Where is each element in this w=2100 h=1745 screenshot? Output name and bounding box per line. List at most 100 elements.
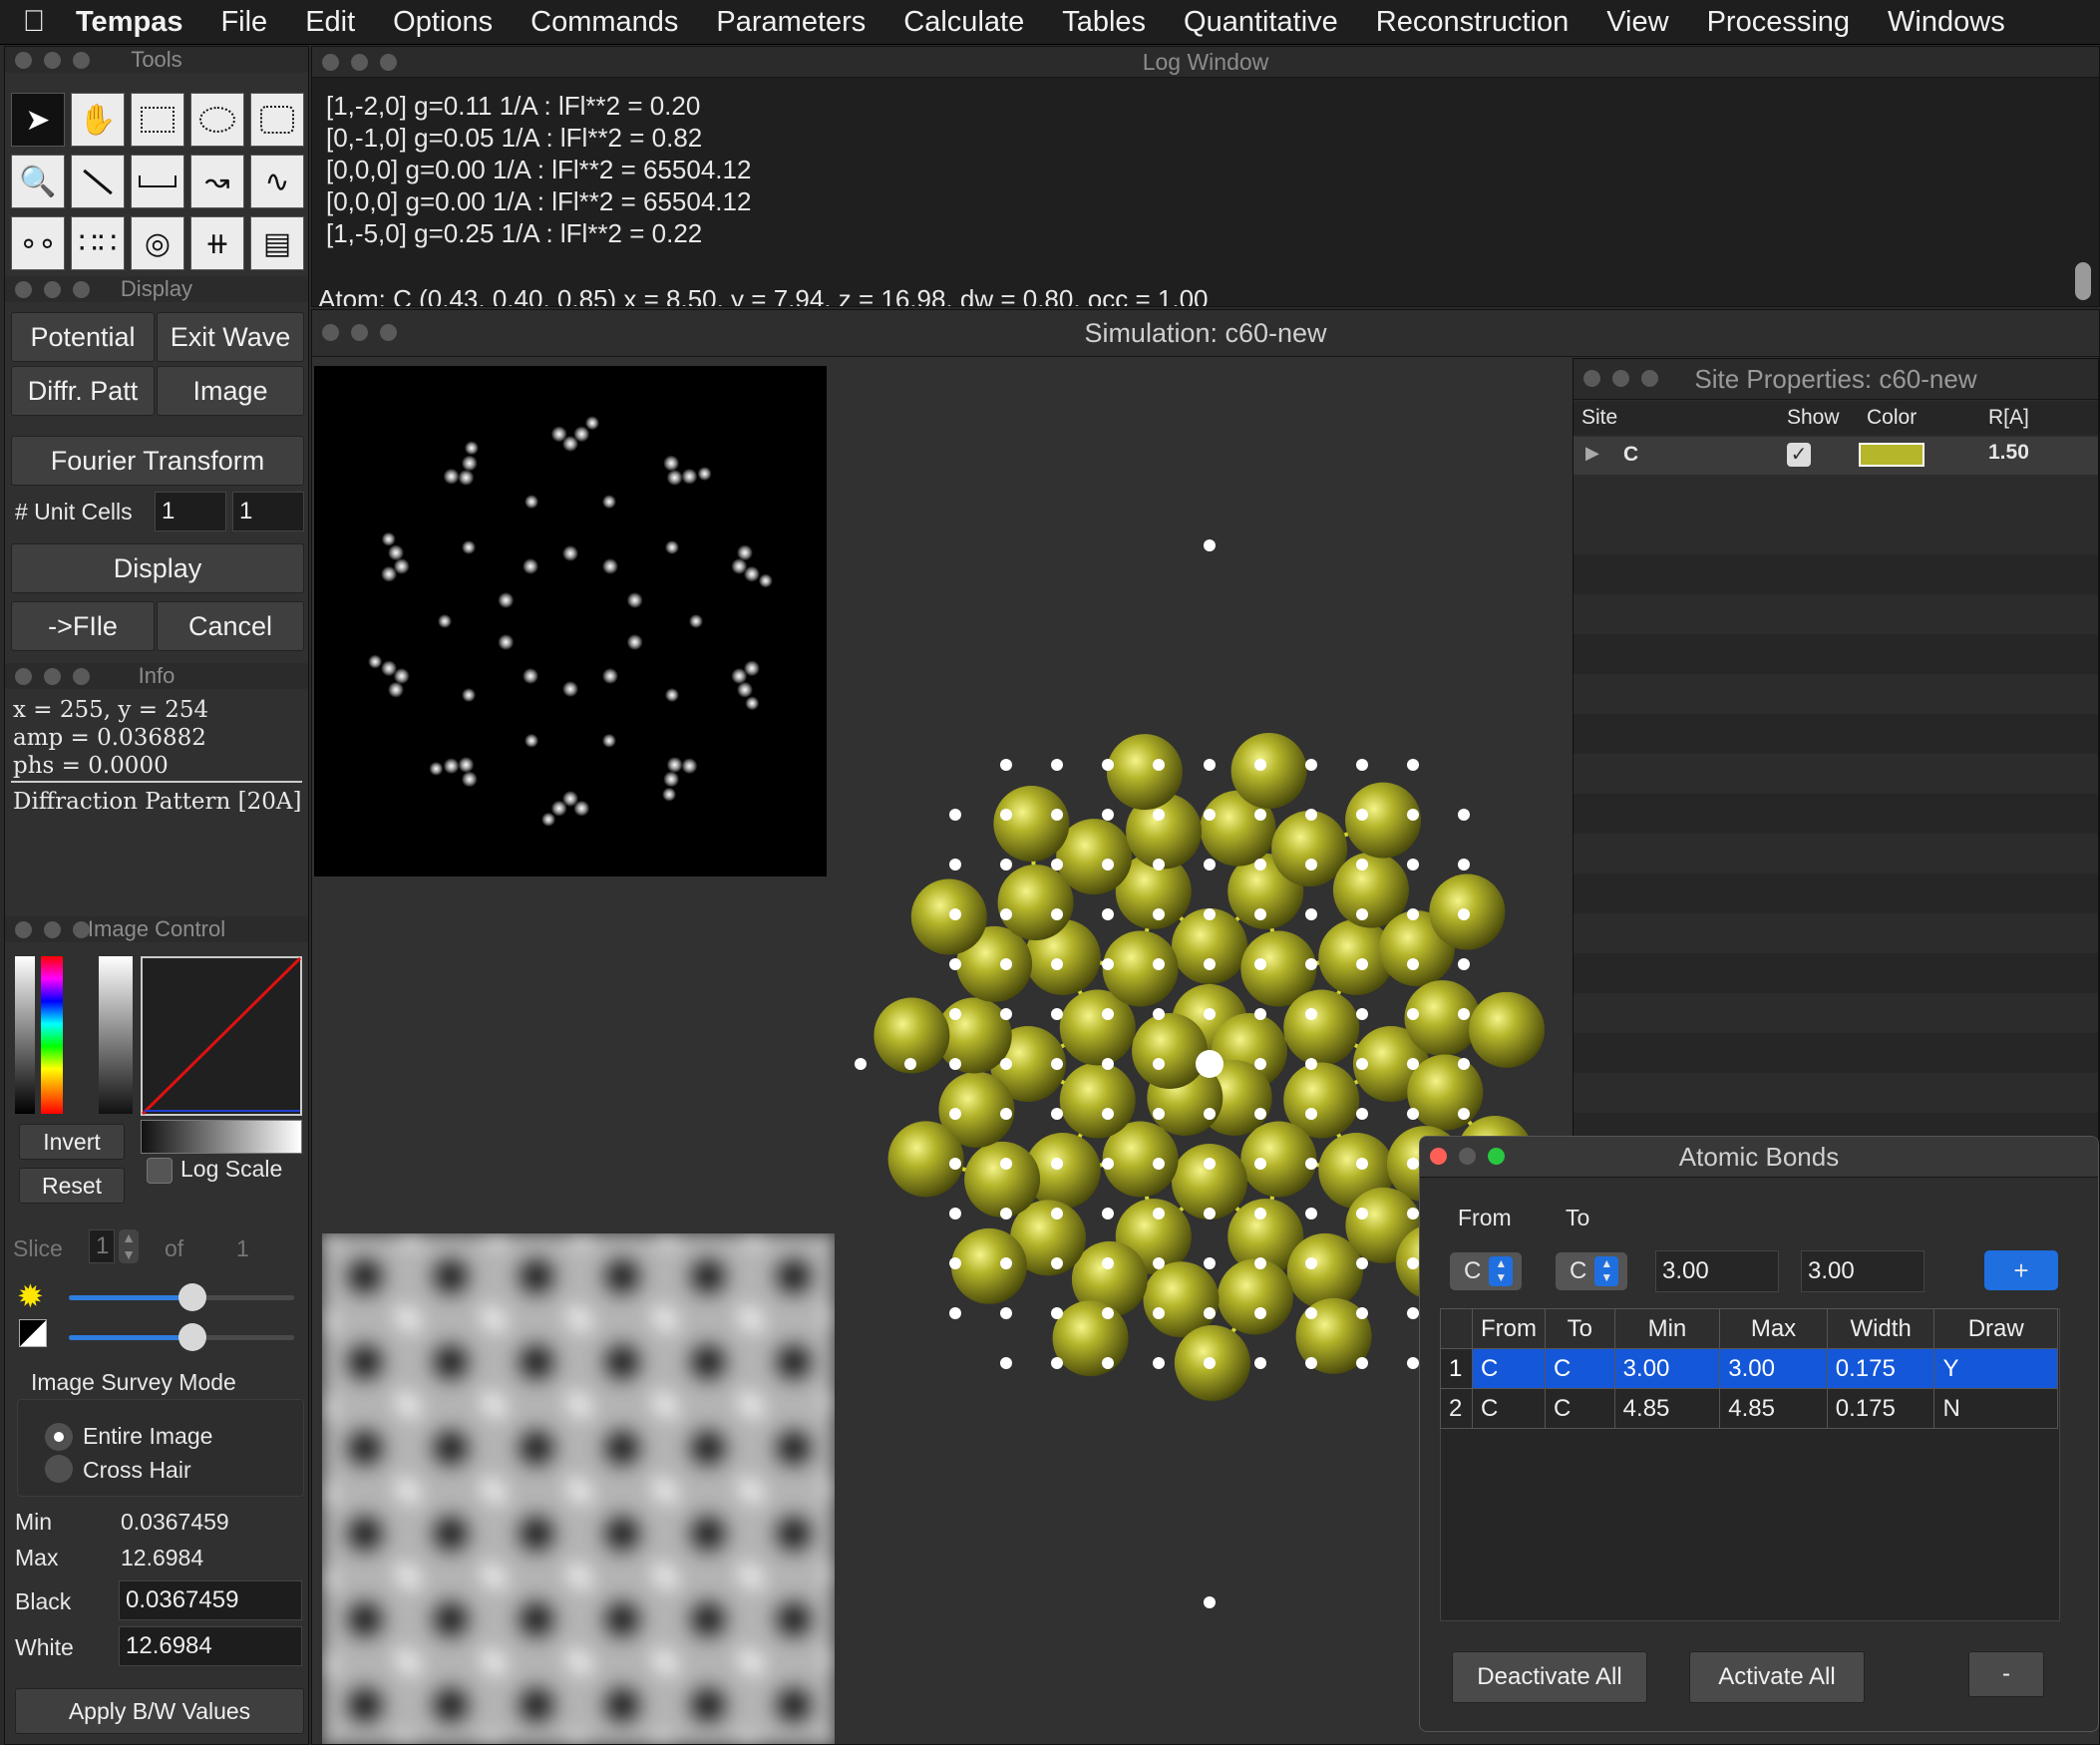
cell-max[interactable]: 3.00 xyxy=(1719,1348,1828,1389)
transfer-curve[interactable] xyxy=(141,956,302,1116)
potential-button[interactable]: Potential xyxy=(11,312,155,362)
carbon-atom[interactable] xyxy=(1217,1258,1293,1335)
header-show[interactable]: Show xyxy=(1787,406,1840,430)
header-color[interactable]: Color xyxy=(1867,406,1917,430)
menu-app[interactable]: Tempas xyxy=(68,6,201,39)
menu-windows[interactable]: Windows xyxy=(1869,6,2024,39)
menu-commands[interactable]: Commands xyxy=(512,6,697,39)
cell-width[interactable]: 0.175 xyxy=(1826,1348,1935,1389)
disclosure-triangle-icon[interactable]: ▶ xyxy=(1585,443,1599,464)
carbon-atom[interactable] xyxy=(964,1141,1041,1218)
carbon-atom[interactable] xyxy=(1240,1121,1317,1198)
carbon-atom[interactable] xyxy=(1059,1062,1136,1139)
menu-file[interactable]: File xyxy=(201,6,286,39)
color-swatch[interactable] xyxy=(1859,443,1925,467)
entire-image-radio[interactable] xyxy=(45,1423,73,1451)
menu-parameters[interactable]: Parameters xyxy=(697,6,884,39)
minimize-icon[interactable] xyxy=(1459,1148,1476,1165)
carbon-atom[interactable] xyxy=(1132,1013,1209,1090)
carbon-atom[interactable] xyxy=(1345,782,1422,859)
cross-hair-radio[interactable] xyxy=(45,1455,73,1483)
to-select[interactable]: C ▲ ▼ xyxy=(1556,1252,1627,1290)
waveform-tool-icon[interactable]: ∿ xyxy=(250,155,304,208)
to-file-button[interactable]: ->FIle xyxy=(11,601,155,651)
profile-tool-icon[interactable]: ↝ xyxy=(190,155,244,208)
max-input[interactable]: 3.00 xyxy=(1801,1250,1925,1292)
ellipse-select-tool-icon[interactable] xyxy=(190,93,244,147)
cell-width[interactable]: 0.175 xyxy=(1826,1388,1935,1429)
cancel-button[interactable]: Cancel xyxy=(157,601,304,651)
exit-wave-button[interactable]: Exit Wave xyxy=(157,312,304,362)
apple-icon[interactable]:  xyxy=(0,5,68,39)
ring-tool-icon[interactable]: ◎ xyxy=(131,216,184,270)
line-tool-icon[interactable] xyxy=(71,155,125,208)
hand-tool-icon[interactable]: ✋ xyxy=(71,93,125,147)
log-scale-checkbox[interactable] xyxy=(147,1158,173,1184)
zoom-tool-icon[interactable]: 🔍 xyxy=(11,155,65,208)
cell-max[interactable]: 4.85 xyxy=(1719,1388,1828,1429)
header-site[interactable]: Site xyxy=(1581,406,1617,430)
remove-bond-button[interactable]: - xyxy=(1968,1651,2044,1697)
menu-reconstruction[interactable]: Reconstruction xyxy=(1357,6,1587,39)
invert-button[interactable]: Invert xyxy=(19,1124,125,1160)
fourier-transform-button[interactable]: Fourier Transform xyxy=(11,436,304,486)
table-row[interactable]: 1 C C 3.00 3.00 0.175 Y xyxy=(1440,1348,2058,1389)
minimize-icon[interactable] xyxy=(1612,370,1629,387)
cell-draw[interactable]: Y xyxy=(1933,1348,2058,1389)
col-from[interactable]: From xyxy=(1471,1308,1546,1349)
contrast-slider-knob[interactable] xyxy=(178,1323,207,1351)
brightness-slider[interactable] xyxy=(69,1283,294,1311)
black-field[interactable]: 0.0367459 xyxy=(119,1580,302,1620)
menu-view[interactable]: View xyxy=(1587,6,1687,39)
menu-edit[interactable]: Edit xyxy=(286,6,374,39)
col-to[interactable]: To xyxy=(1544,1308,1615,1349)
carbon-atom[interactable] xyxy=(993,785,1070,862)
col-width[interactable]: Width xyxy=(1826,1308,1935,1349)
carbon-atom[interactable] xyxy=(910,878,987,955)
close-icon[interactable] xyxy=(1583,370,1600,387)
close-icon[interactable] xyxy=(322,324,339,341)
carbon-atom[interactable] xyxy=(1102,930,1179,1007)
menu-calculate[interactable]: Calculate xyxy=(884,6,1043,39)
image-button[interactable]: Image xyxy=(157,366,304,416)
col-min[interactable]: Min xyxy=(1613,1308,1721,1349)
unit-cells-a-field[interactable]: 1 xyxy=(155,492,226,531)
contrast-slider[interactable] xyxy=(69,1323,294,1351)
slice-field[interactable]: 1 xyxy=(89,1229,115,1263)
display-button[interactable]: Display xyxy=(11,543,304,593)
carbon-atom[interactable] xyxy=(1230,732,1307,809)
col-max[interactable]: Max xyxy=(1719,1308,1828,1349)
cell-from[interactable]: C xyxy=(1471,1348,1546,1389)
add-bond-button[interactable]: + xyxy=(1984,1250,2058,1290)
brightness-slider-knob[interactable] xyxy=(178,1283,207,1311)
log-scrollbar[interactable] xyxy=(2075,262,2091,300)
zoom-icon[interactable] xyxy=(380,54,397,71)
unit-cells-b-field[interactable]: 1 xyxy=(232,492,304,531)
white-field[interactable]: 12.6984 xyxy=(119,1626,302,1666)
carbon-atom[interactable] xyxy=(1286,1232,1363,1309)
slice-stepper-icon[interactable]: ▲ ▼ xyxy=(119,1229,139,1263)
cell-to[interactable]: C xyxy=(1544,1348,1615,1389)
reset-button[interactable]: Reset xyxy=(19,1168,125,1204)
carbon-atom[interactable] xyxy=(1271,811,1348,887)
diagonal-split-tool-icon[interactable]: ⧺ xyxy=(190,216,244,270)
header-radius[interactable]: R[A] xyxy=(1988,406,2029,430)
cell-min[interactable]: 3.00 xyxy=(1613,1348,1721,1389)
menu-tables[interactable]: Tables xyxy=(1043,6,1165,39)
minimize-icon[interactable] xyxy=(351,54,368,71)
zoom-icon[interactable] xyxy=(1488,1148,1505,1165)
lattice-grid-tool-icon[interactable]: ∷∷ xyxy=(71,216,125,270)
ruler-tool-icon[interactable] xyxy=(131,155,184,208)
zoom-icon[interactable] xyxy=(380,324,397,341)
atom-pair-tool-icon[interactable]: ∘∘ xyxy=(11,216,65,270)
arrow-tool-icon[interactable]: ➤ xyxy=(11,93,65,147)
diffr-patt-button[interactable]: Diffr. Patt xyxy=(11,366,155,416)
rect-select-tool-icon[interactable] xyxy=(131,93,184,147)
activate-all-button[interactable]: Activate All xyxy=(1689,1651,1865,1703)
carbon-atom[interactable] xyxy=(1283,989,1360,1066)
show-checkbox[interactable]: ✓ xyxy=(1787,443,1811,467)
carbon-atom[interactable] xyxy=(950,1227,1027,1304)
zoom-icon[interactable] xyxy=(1641,370,1658,387)
cell-from[interactable]: C xyxy=(1471,1388,1546,1429)
deactivate-all-button[interactable]: Deactivate All xyxy=(1452,1651,1647,1703)
